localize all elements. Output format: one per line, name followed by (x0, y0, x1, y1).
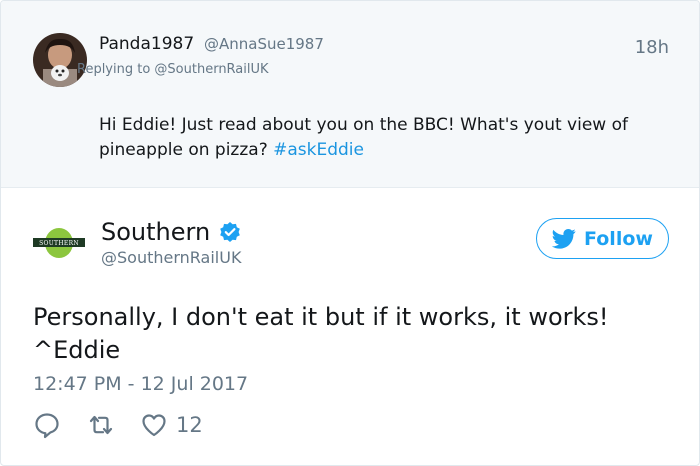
parent-handle[interactable]: @AnnaSue1987 (204, 35, 324, 53)
twitter-bird-icon (552, 228, 576, 249)
tweet-timestamp[interactable]: 12:47 PM - 12 Jul 2017 (33, 373, 248, 395)
reply-icon[interactable] (33, 411, 61, 439)
parent-tweet-text: Hi Eddie! Just read about you on the BBC… (99, 113, 679, 163)
retweet-icon[interactable] (87, 411, 115, 439)
display-name[interactable]: Southern (101, 218, 210, 246)
parent-display-name[interactable]: Panda1987 (99, 34, 194, 54)
user-handle[interactable]: @SouthernRailUK (101, 248, 241, 267)
hashtag-link[interactable]: #askEddie (273, 140, 364, 160)
parent-tweet[interactable]: Panda1987 @AnnaSue1987 18h Replying to @… (1, 1, 699, 188)
replying-to-label[interactable]: Replying to @SouthernRailUK (77, 62, 269, 77)
follow-label: Follow (584, 227, 653, 250)
southern-logo-text: SOUTHERN (39, 240, 79, 247)
likes-count[interactable]: 12 (176, 413, 203, 437)
southern-avatar[interactable]: SOUTHERN (32, 226, 86, 260)
tweet-text: Personally, I don't eat it but if it wor… (33, 303, 609, 364)
tweet-actions: 12 (33, 410, 203, 440)
tweet-card: Panda1987 @AnnaSue1987 18h Replying to @… (0, 0, 700, 466)
heart-icon[interactable] (140, 411, 168, 439)
verified-badge-icon (219, 221, 241, 243)
parent-time-ago[interactable]: 18h (635, 37, 669, 58)
follow-button[interactable]: Follow (536, 218, 669, 259)
parent-avatar[interactable] (33, 33, 87, 87)
